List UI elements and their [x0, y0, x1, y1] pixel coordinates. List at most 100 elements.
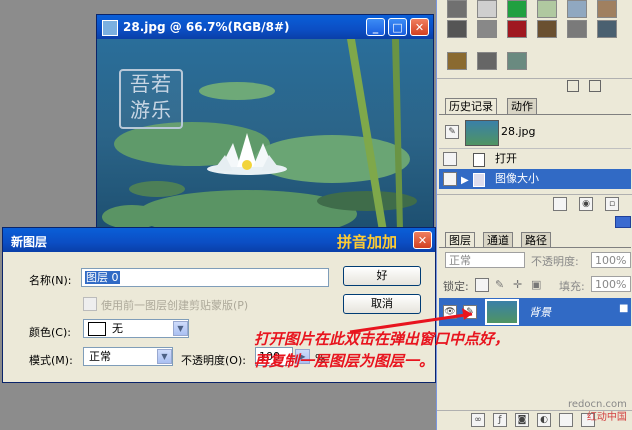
- link-layers-icon[interactable]: ∞: [471, 413, 485, 427]
- swatch[interactable]: [537, 0, 557, 18]
- layer-style-icon[interactable]: ƒ: [493, 413, 507, 427]
- seal-stamp: 吾若游乐: [119, 69, 183, 129]
- brush-link-icon[interactable]: ✎: [463, 305, 477, 319]
- maximize-button[interactable]: □: [388, 18, 407, 36]
- history-source-checkbox[interactable]: [443, 152, 457, 166]
- swatch[interactable]: [447, 52, 467, 70]
- fill-input[interactable]: 100%: [591, 276, 631, 292]
- layer-name-value: 图层 0: [85, 271, 120, 284]
- layer-row-background[interactable]: 👁 ✎ 背景 ■: [439, 298, 631, 326]
- layer-name-field[interactable]: 图层 0: [81, 268, 329, 287]
- chevron-down-icon[interactable]: ▼: [173, 321, 188, 336]
- layer-name: 背景: [529, 306, 551, 319]
- layer-thumbnail: [485, 299, 519, 325]
- document-titlebar[interactable]: 28.jpg @ 66.7%(RGB/8#) _ □ ✕: [97, 15, 433, 39]
- opacity-label: 不透明度:: [531, 255, 579, 268]
- opacity-label: 不透明度(O):: [181, 354, 246, 367]
- lock-transparency-icon[interactable]: [475, 278, 489, 292]
- clip-mask-label: 使用前一图层创建剪贴蒙版(P): [101, 299, 249, 312]
- clip-mask-checkbox[interactable]: [83, 297, 97, 311]
- panel-divider: [439, 247, 631, 248]
- tab-layers[interactable]: 图层: [445, 232, 475, 248]
- watermark-name: 红动中国: [586, 412, 627, 423]
- document-step-icon: [473, 173, 485, 187]
- swatch[interactable]: [477, 52, 497, 70]
- lily-pad: [102, 205, 162, 229]
- color-value: 无: [112, 322, 123, 335]
- snapshot-thumbnail: [465, 120, 499, 146]
- swatch[interactable]: [597, 0, 617, 18]
- cancel-button[interactable]: 取消: [343, 294, 421, 314]
- history-step-label: 图像大小: [495, 172, 539, 185]
- chevron-down-icon[interactable]: ▼: [157, 349, 172, 364]
- name-label: 名称(N):: [29, 274, 72, 287]
- color-label: 颜色(C):: [29, 326, 71, 339]
- watermark-url: redocn.com: [568, 399, 627, 410]
- swatch[interactable]: [597, 20, 617, 38]
- color-select[interactable]: 无 ▼: [83, 319, 189, 338]
- lock-label: 锁定:: [443, 280, 469, 293]
- swatch[interactable]: [567, 0, 587, 18]
- lock-icon: ■: [619, 303, 629, 314]
- swatch[interactable]: [567, 20, 587, 38]
- trash-icon[interactable]: [589, 80, 601, 92]
- color-swatch-none: [88, 322, 106, 336]
- swatches-panel: [436, 0, 632, 92]
- mode-value: 正常: [89, 350, 111, 363]
- dialog-titlebar[interactable]: 新图层 拼音加加 ✕: [3, 228, 435, 252]
- lock-paint-icon[interactable]: ✎: [495, 278, 504, 291]
- blend-mode-value: 正常: [449, 254, 471, 267]
- history-state-marker-icon: ▶: [461, 175, 469, 186]
- lily-pad: [199, 82, 275, 100]
- swatch[interactable]: [477, 20, 497, 38]
- document-window: 28.jpg @ 66.7%(RGB/8#) _ □ ✕ 吾若游乐: [96, 14, 434, 232]
- ime-brand-logo: 拼音加加: [337, 233, 398, 251]
- swatch[interactable]: [507, 0, 527, 18]
- layer-opacity-input[interactable]: 100%: [591, 252, 631, 268]
- swatch[interactable]: [537, 20, 557, 38]
- history-step-label: 打开: [495, 152, 517, 165]
- ok-button[interactable]: 好: [343, 266, 421, 286]
- document-icon: [102, 20, 118, 36]
- mode-select[interactable]: 正常 ▼: [83, 347, 173, 366]
- history-snapshot-row[interactable]: ✎ 28.jpg: [439, 118, 631, 146]
- swatch[interactable]: [477, 0, 497, 18]
- brush-source-icon[interactable]: ✎: [445, 125, 459, 139]
- minimize-button[interactable]: _: [366, 18, 385, 36]
- swatch[interactable]: [447, 20, 467, 38]
- document-step-icon: [473, 153, 485, 167]
- history-step-image-size[interactable]: ▶ 图像大小: [439, 169, 631, 189]
- swatch[interactable]: [447, 0, 467, 18]
- tab-actions[interactable]: 动作: [507, 98, 537, 114]
- history-panel: 历史记录 动作 ✎ 28.jpg 打开 ▶ 图像大小 ◉ ▫: [436, 92, 632, 212]
- tab-history[interactable]: 历史记录: [445, 98, 497, 114]
- image-canvas[interactable]: 吾若游乐: [97, 39, 433, 231]
- dialog-close-button[interactable]: ✕: [413, 231, 432, 249]
- history-step-open[interactable]: 打开: [439, 148, 631, 169]
- eye-icon[interactable]: 👁: [443, 305, 457, 319]
- panel-menu-button[interactable]: [615, 216, 631, 228]
- tab-paths[interactable]: 路径: [521, 232, 551, 248]
- swatch-panel-toolbar: [437, 78, 632, 93]
- lily-pad: [129, 181, 185, 197]
- trash-icon[interactable]: ▫: [605, 197, 619, 211]
- swatch[interactable]: [507, 20, 527, 38]
- swatch[interactable]: [507, 52, 527, 70]
- document-title: 28.jpg @ 66.7%(RGB/8#): [123, 20, 290, 34]
- lock-all-icon[interactable]: ▣: [531, 278, 541, 291]
- blend-mode-select[interactable]: 正常: [445, 252, 525, 268]
- lock-move-icon[interactable]: ✛: [513, 278, 522, 291]
- camera-icon[interactable]: ◉: [579, 197, 593, 211]
- tutorial-annotation: 打开图片在此双击在弹出窗口中点好， 再复制一层图层为图层一。: [254, 328, 509, 372]
- layer-mask-icon[interactable]: ◙: [515, 413, 529, 427]
- fill-label: 填充:: [559, 280, 585, 293]
- new-document-from-state-icon[interactable]: [553, 197, 567, 211]
- history-source-checkbox[interactable]: [443, 172, 457, 186]
- close-button[interactable]: ✕: [410, 18, 429, 36]
- dialog-title: 新图层: [11, 235, 48, 249]
- panel-divider: [439, 114, 631, 115]
- adjustment-layer-icon[interactable]: ◐: [537, 413, 551, 427]
- tab-channels[interactable]: 通道: [483, 232, 513, 248]
- site-watermark: redocn.com 红动中国: [568, 398, 627, 424]
- new-swatch-icon[interactable]: [567, 80, 579, 92]
